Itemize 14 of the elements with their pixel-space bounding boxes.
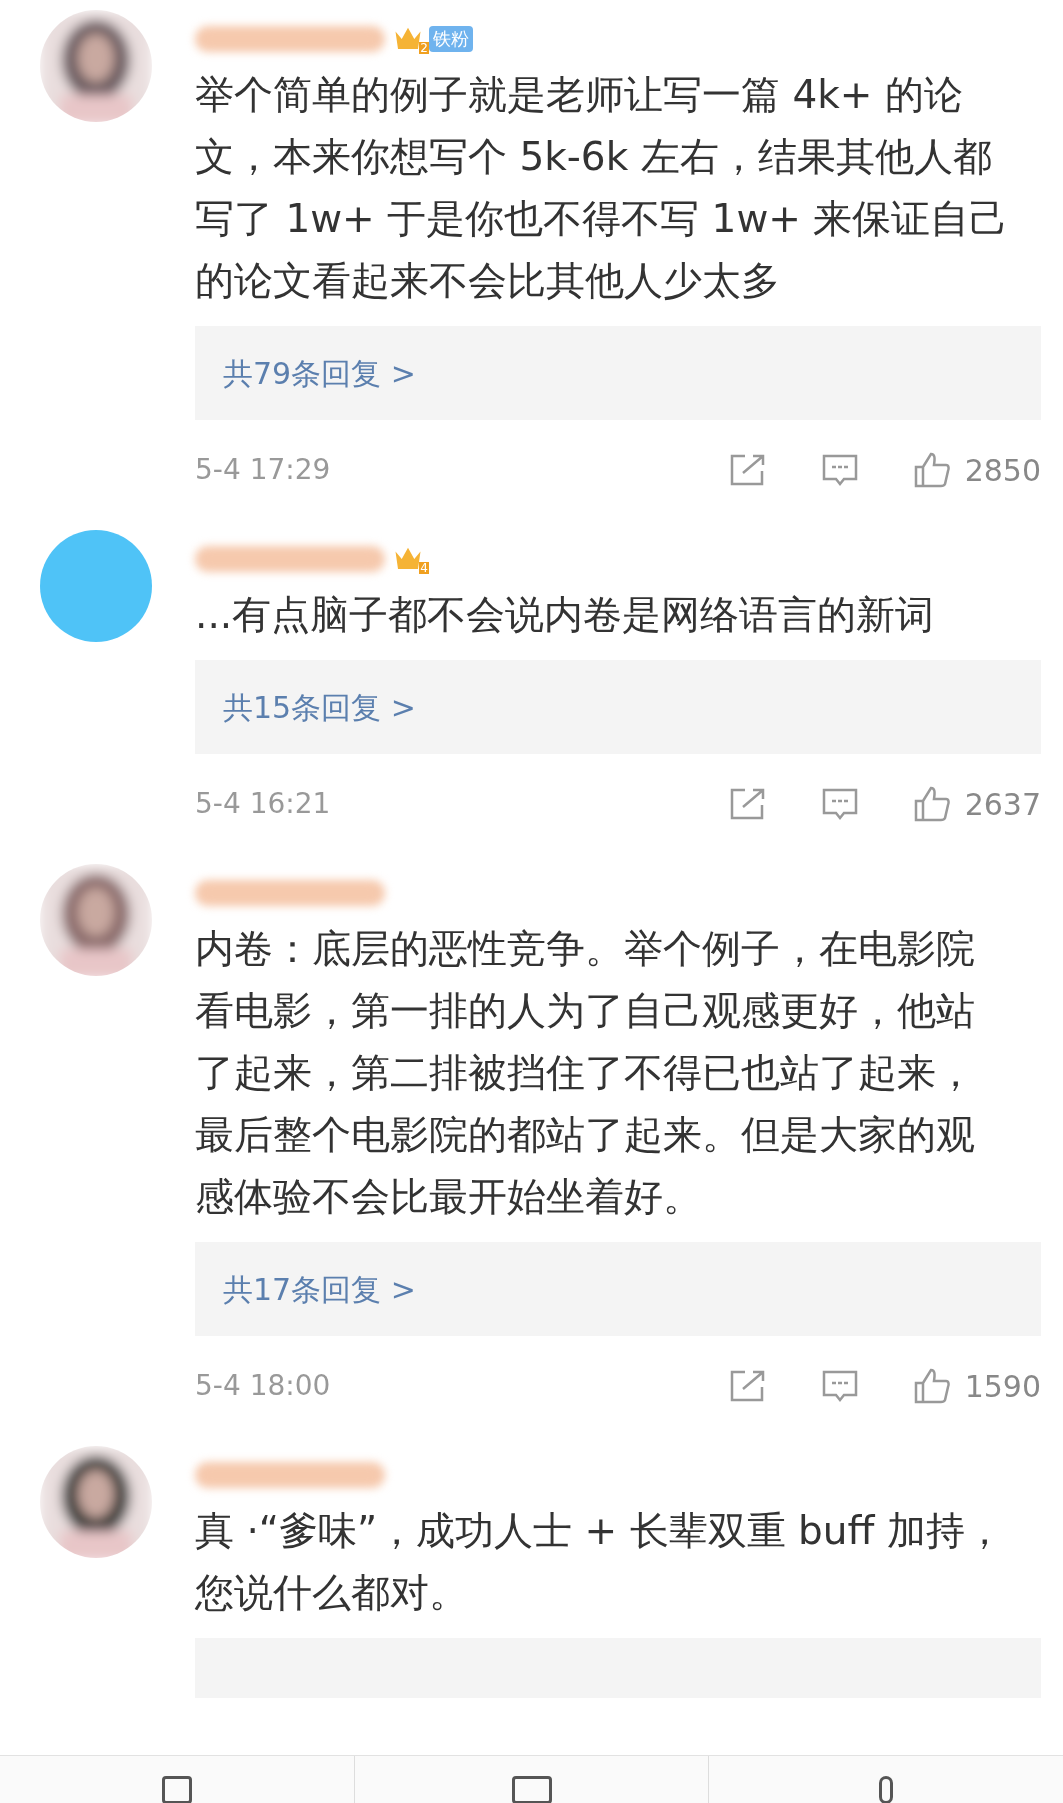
replies-link[interactable]: 共79条回复 > <box>195 326 1041 420</box>
comment-text: 举个简单的例子就是老师让写一篇 4k+ 的论 文，本来你想写个 5k-6k 左右，结果其他人都 写了 1w+ 于是你也不得不写 1w+ 来保证自己 的论文看起来不会比其他人少太多 <box>195 71 1010 305</box>
fan-badge: 铁粉 <box>429 26 473 52</box>
replies-link[interactable]: 共15条回复 > <box>195 660 1041 754</box>
like-count: 2850 <box>964 451 1041 490</box>
comment-text: 真 ·“爹味”，成功人士 + 长辈双重 buff 加持， 您说什么都对。 <box>195 1507 1005 1617</box>
comment-text: ...有点脑子都不会说内卷是网络语言的新词 <box>195 591 936 639</box>
like-count: 2637 <box>964 785 1041 824</box>
comment-time: 5-4 18:00 <box>195 1368 332 1404</box>
replies-link[interactable]: 共17条回复 > <box>195 1242 1041 1336</box>
comment-time: 5-4 17:29 <box>195 452 332 488</box>
comment-time: 5-4 16:21 <box>195 786 332 822</box>
like-count: 1590 <box>964 1367 1041 1406</box>
comment-text: 内卷：底层的恶性竞争。举个例子，在电影院 看电影，第一排的人为了自己观感更好，他站 了起来，第二排被挡住了不得已也站了起来， 最后整个电影院的都站了起来。但是大家的观 感体验不会比最开始坐着好。 <box>195 925 976 1221</box>
